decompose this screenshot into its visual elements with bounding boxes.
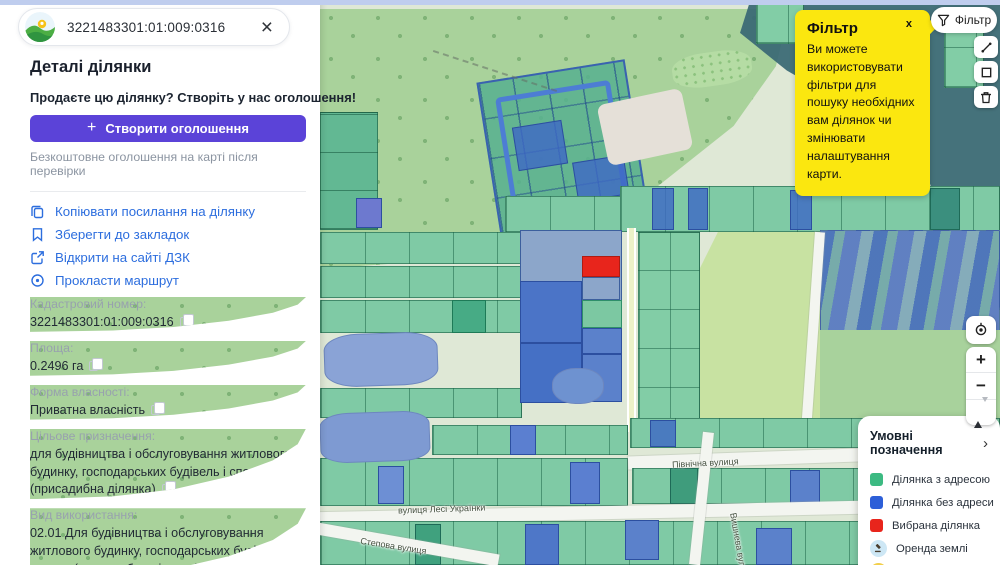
zoom-in-button[interactable]: + <box>966 347 996 372</box>
open-dzk-action[interactable]: Відкрити на сайті ДЗК <box>30 250 306 265</box>
compass-button[interactable] <box>966 397 996 429</box>
legend-item: Оренда землі <box>870 537 988 560</box>
legend-item: Вибрана ділянка <box>870 514 988 537</box>
trash-icon <box>981 91 991 103</box>
map-shape <box>320 266 522 298</box>
legend-panel: Умовні позначення › Ділянка з адресою Ді… <box>858 416 1000 565</box>
bookmark-icon <box>32 228 43 242</box>
page-title: Деталі ділянки <box>30 58 152 76</box>
funnel-icon <box>937 14 950 26</box>
draw-area-tool-button[interactable] <box>974 61 998 83</box>
compass-icon <box>974 397 988 429</box>
map-shape <box>582 328 622 354</box>
close-icon[interactable]: × <box>257 17 277 38</box>
field-ownership: Форма власності: Приватна власність <box>30 384 306 420</box>
map-shape <box>452 300 486 333</box>
map-shape <box>790 190 812 230</box>
green-swatch <box>870 473 883 486</box>
copy-icon[interactable] <box>161 481 176 495</box>
bookmark-label: Зберегти до закладок <box>55 227 190 242</box>
tooltip-text: Ви можете використовувати фільтри для по… <box>807 42 915 181</box>
route-icon <box>31 274 44 287</box>
red-swatch <box>870 519 883 532</box>
map-shape <box>756 528 792 565</box>
map-shape <box>520 281 582 343</box>
filter-tooltip: Фільтр x Ви можете використовувати фільт… <box>795 10 930 196</box>
legend-item: Ділянка з адресою <box>870 468 990 491</box>
map-shape <box>582 277 620 300</box>
map-shape <box>320 232 522 264</box>
filter-button-label: Фільтр <box>954 13 992 27</box>
map-shape <box>570 462 600 504</box>
map-shape <box>627 228 636 432</box>
map-shape <box>552 368 604 404</box>
legend-header[interactable]: Умовні позначення › <box>870 429 988 457</box>
tooltip-close-icon[interactable]: x <box>906 18 912 30</box>
map-shape <box>505 196 635 232</box>
map-shape <box>356 198 382 228</box>
top-strip <box>0 0 1000 5</box>
tooltip-title: Фільтр <box>807 20 858 37</box>
route-label: Прокласти маршрут <box>55 273 179 288</box>
field-area: Площа: 0.2496 га <box>30 340 306 376</box>
auction-lease-icon <box>870 540 887 557</box>
copy-link-label: Копіювати посилання на ділянку <box>55 204 255 219</box>
plus-icon: + <box>87 119 97 136</box>
route-action[interactable]: Прокласти маршрут <box>30 273 306 288</box>
map-shape <box>652 188 674 230</box>
map-shape <box>790 470 820 504</box>
map-shape <box>378 466 404 504</box>
map-shape <box>930 188 960 230</box>
promo-text: Продаєте цю ділянку? Створіть у нас огол… <box>30 90 357 105</box>
copy-icon[interactable] <box>179 314 194 327</box>
map-shape <box>511 119 569 172</box>
create-listing-button[interactable]: + Створити оголошення <box>30 115 306 142</box>
geolocate-button[interactable] <box>966 316 996 344</box>
divider <box>30 191 306 192</box>
field-purpose: Цільове призначення: для будівництва і о… <box>30 428 306 500</box>
map-shape <box>625 520 659 560</box>
draw-rectangle-icon <box>981 67 991 77</box>
create-listing-label: Створити оголошення <box>105 121 249 136</box>
measure-icon <box>980 41 992 53</box>
map-shape <box>638 232 700 428</box>
copy-icon[interactable] <box>89 357 104 371</box>
bookmark-action[interactable]: Зберегти до закладок <box>30 227 306 242</box>
selected-parcel[interactable] <box>582 256 620 277</box>
field-use-type: Вид використання: 02.01 Для будівництва … <box>30 508 306 565</box>
copy-link-icon <box>31 205 44 219</box>
details-sidebar: 3221483301:01:009:0316 × Деталі ділянки … <box>0 0 357 565</box>
zoom-out-button[interactable]: − <box>966 372 996 398</box>
map-shape <box>525 524 559 565</box>
open-dzk-label: Відкрити на сайті ДЗК <box>55 250 190 265</box>
map-shape <box>650 420 676 447</box>
delete-tool-button[interactable] <box>974 86 998 108</box>
copy-link-action[interactable]: Копіювати посилання на ділянку <box>30 204 306 219</box>
map-shape <box>320 300 522 333</box>
measure-tool-button[interactable] <box>974 36 998 58</box>
chevron-right-icon: › <box>983 434 988 452</box>
search-input[interactable]: 3221483301:01:009:0316 <box>67 20 257 35</box>
map-shape <box>320 410 431 464</box>
legend-item: Продаж землі <box>870 560 988 565</box>
map-shape <box>582 300 622 328</box>
search-bar[interactable]: 3221483301:01:009:0316 × <box>18 8 290 46</box>
legend-item: Ділянка без адреси <box>870 491 994 514</box>
filter-button[interactable]: Фільтр <box>931 7 997 33</box>
map-shape <box>323 331 439 388</box>
zoom-controls: + − <box>966 347 996 429</box>
copy-icon[interactable] <box>151 401 166 415</box>
legend-title: Умовні позначення <box>870 429 943 457</box>
external-link-icon <box>31 251 44 265</box>
app-logo-icon <box>25 12 55 42</box>
blue-swatch <box>870 496 883 509</box>
free-listing-note: Безкоштовне оголошення на карті після пе… <box>30 150 258 178</box>
geolocate-icon <box>975 322 987 336</box>
map-shape <box>670 468 698 504</box>
map-shape <box>510 425 536 455</box>
map-shape <box>688 188 708 230</box>
field-cadastral-number: Кадастровий номер: 3221483301:01:009:031… <box>30 297 306 332</box>
